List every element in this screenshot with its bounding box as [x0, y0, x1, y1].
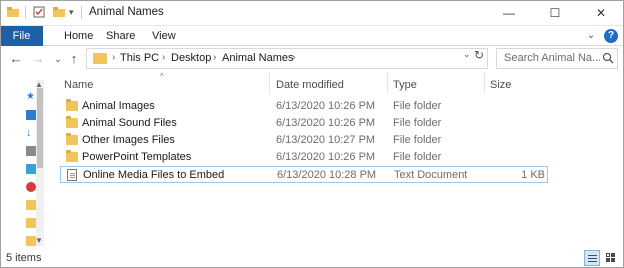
column-header: ^ Name Date modified Type Size [60, 72, 620, 94]
help-button[interactable]: ? [604, 29, 618, 43]
status-bar: 5 items [0, 248, 624, 268]
list-item[interactable]: Animal Sound Files 6/13/2020 10:26 PM Fi… [60, 115, 548, 132]
list-item[interactable]: Animal Images 6/13/2020 10:26 PM File fo… [60, 98, 548, 115]
tab-home[interactable]: Home [64, 26, 93, 46]
minimize-button[interactable]: — [486, 0, 532, 26]
file-date: 6/13/2020 10:26 PM [276, 100, 376, 112]
folder-icon[interactable] [26, 200, 36, 210]
file-type: Text Document [394, 169, 468, 181]
file-date: 6/13/2020 10:27 PM [276, 134, 376, 146]
breadcrumb-separator[interactable]: › [292, 52, 295, 63]
breadcrumb-this-pc[interactable]: This PC [120, 52, 159, 64]
search-input[interactable]: Search Animal Na... [496, 48, 618, 69]
folder-icon [66, 116, 78, 128]
ribbon-tabs: File Home Share View ⌄ ? [0, 26, 624, 46]
tab-view[interactable]: View [152, 26, 176, 46]
column-name[interactable]: Name [64, 79, 93, 91]
quick-access-star-icon[interactable]: ★ [26, 92, 36, 102]
title-bar: ▾ Animal Names — ☐ ✕ [0, 0, 624, 26]
scrollbar-thumb[interactable] [37, 88, 43, 168]
music-icon[interactable] [26, 182, 36, 192]
file-date: 6/13/2020 10:28 PM [277, 169, 377, 181]
tab-file[interactable]: File [0, 26, 43, 46]
file-type: File folder [393, 134, 442, 146]
folder-icon[interactable] [7, 6, 19, 18]
file-name: Online Media Files to Embed [83, 169, 225, 181]
list-item[interactable]: Other Images Files 6/13/2020 10:27 PM Fi… [60, 132, 548, 149]
file-name: Animal Images [82, 100, 155, 112]
file-size: 1 KB [521, 169, 545, 181]
documents-icon[interactable] [26, 146, 36, 156]
sort-ascending-icon: ^ [160, 72, 164, 81]
breadcrumb-animal-names[interactable]: Animal Names [222, 52, 294, 64]
folder-icon[interactable] [26, 218, 36, 228]
file-type: File folder [393, 100, 442, 112]
file-type: File folder [393, 117, 442, 129]
back-button[interactable]: ← [8, 50, 24, 68]
up-button[interactable]: ↑ [66, 50, 82, 68]
column-size[interactable]: Size [490, 79, 511, 91]
file-name: Animal Sound Files [82, 117, 177, 129]
new-folder-icon[interactable] [53, 6, 65, 18]
search-placeholder: Search Animal Na... [504, 52, 600, 64]
list-item-selected[interactable]: Online Media Files to Embed 6/13/2020 10… [60, 166, 548, 183]
large-icons-view-icon [606, 253, 610, 257]
list-item[interactable]: PowerPoint Templates 6/13/2020 10:26 PM … [60, 149, 548, 166]
maximize-button[interactable]: ☐ [532, 0, 578, 26]
customize-toolbar-icon[interactable]: ▾ [69, 6, 81, 18]
file-date: 6/13/2020 10:26 PM [276, 117, 376, 129]
item-count: 5 items [6, 252, 42, 264]
pictures-icon[interactable] [26, 164, 36, 174]
address-bar[interactable]: › This PC › Desktop › Animal Names › [86, 48, 488, 69]
navigation-bar: ← → ⌄ ↑ › This PC › Desktop › Animal Nam… [0, 46, 624, 72]
folder-icon [93, 53, 107, 64]
column-date-modified[interactable]: Date modified [276, 79, 344, 91]
chevron-down-icon[interactable]: ⌄ [584, 29, 598, 43]
quick-access-divider [25, 6, 26, 19]
folder-icon [66, 99, 78, 111]
breadcrumb-desktop[interactable]: Desktop [171, 52, 211, 64]
properties-icon[interactable] [33, 6, 45, 18]
column-divider[interactable] [484, 72, 485, 94]
file-name: Other Images Files [82, 134, 175, 146]
forward-button[interactable]: → [30, 50, 46, 68]
breadcrumb-separator[interactable]: › [213, 52, 216, 63]
file-name: PowerPoint Templates [82, 151, 192, 163]
text-document-icon [67, 169, 77, 181]
tab-share[interactable]: Share [106, 26, 135, 46]
folder-icon [66, 133, 78, 145]
desktop-icon[interactable] [26, 110, 36, 120]
scroll-down-icon[interactable]: ▼ [35, 236, 43, 245]
column-divider[interactable] [269, 72, 270, 94]
file-type: File folder [393, 151, 442, 163]
address-dropdown-icon[interactable]: ⌄ [463, 49, 471, 60]
details-view-button[interactable] [584, 250, 600, 266]
recent-locations-button[interactable]: ⌄ [50, 50, 66, 68]
large-icons-view-button[interactable] [603, 250, 619, 266]
title-divider [81, 6, 82, 19]
search-icon[interactable] [602, 52, 614, 64]
window-title: Animal Names [89, 6, 164, 18]
breadcrumb-separator[interactable]: › [112, 52, 115, 63]
close-button[interactable]: ✕ [578, 0, 624, 26]
breadcrumb-separator[interactable]: › [162, 52, 165, 63]
downloads-icon[interactable]: ↓ [26, 128, 36, 139]
folder-icon [66, 150, 78, 162]
refresh-button[interactable]: ↻ [474, 48, 484, 62]
details-view-icon [588, 255, 597, 256]
column-divider[interactable] [387, 72, 388, 94]
file-date: 6/13/2020 10:26 PM [276, 151, 376, 163]
column-type[interactable]: Type [393, 79, 417, 91]
